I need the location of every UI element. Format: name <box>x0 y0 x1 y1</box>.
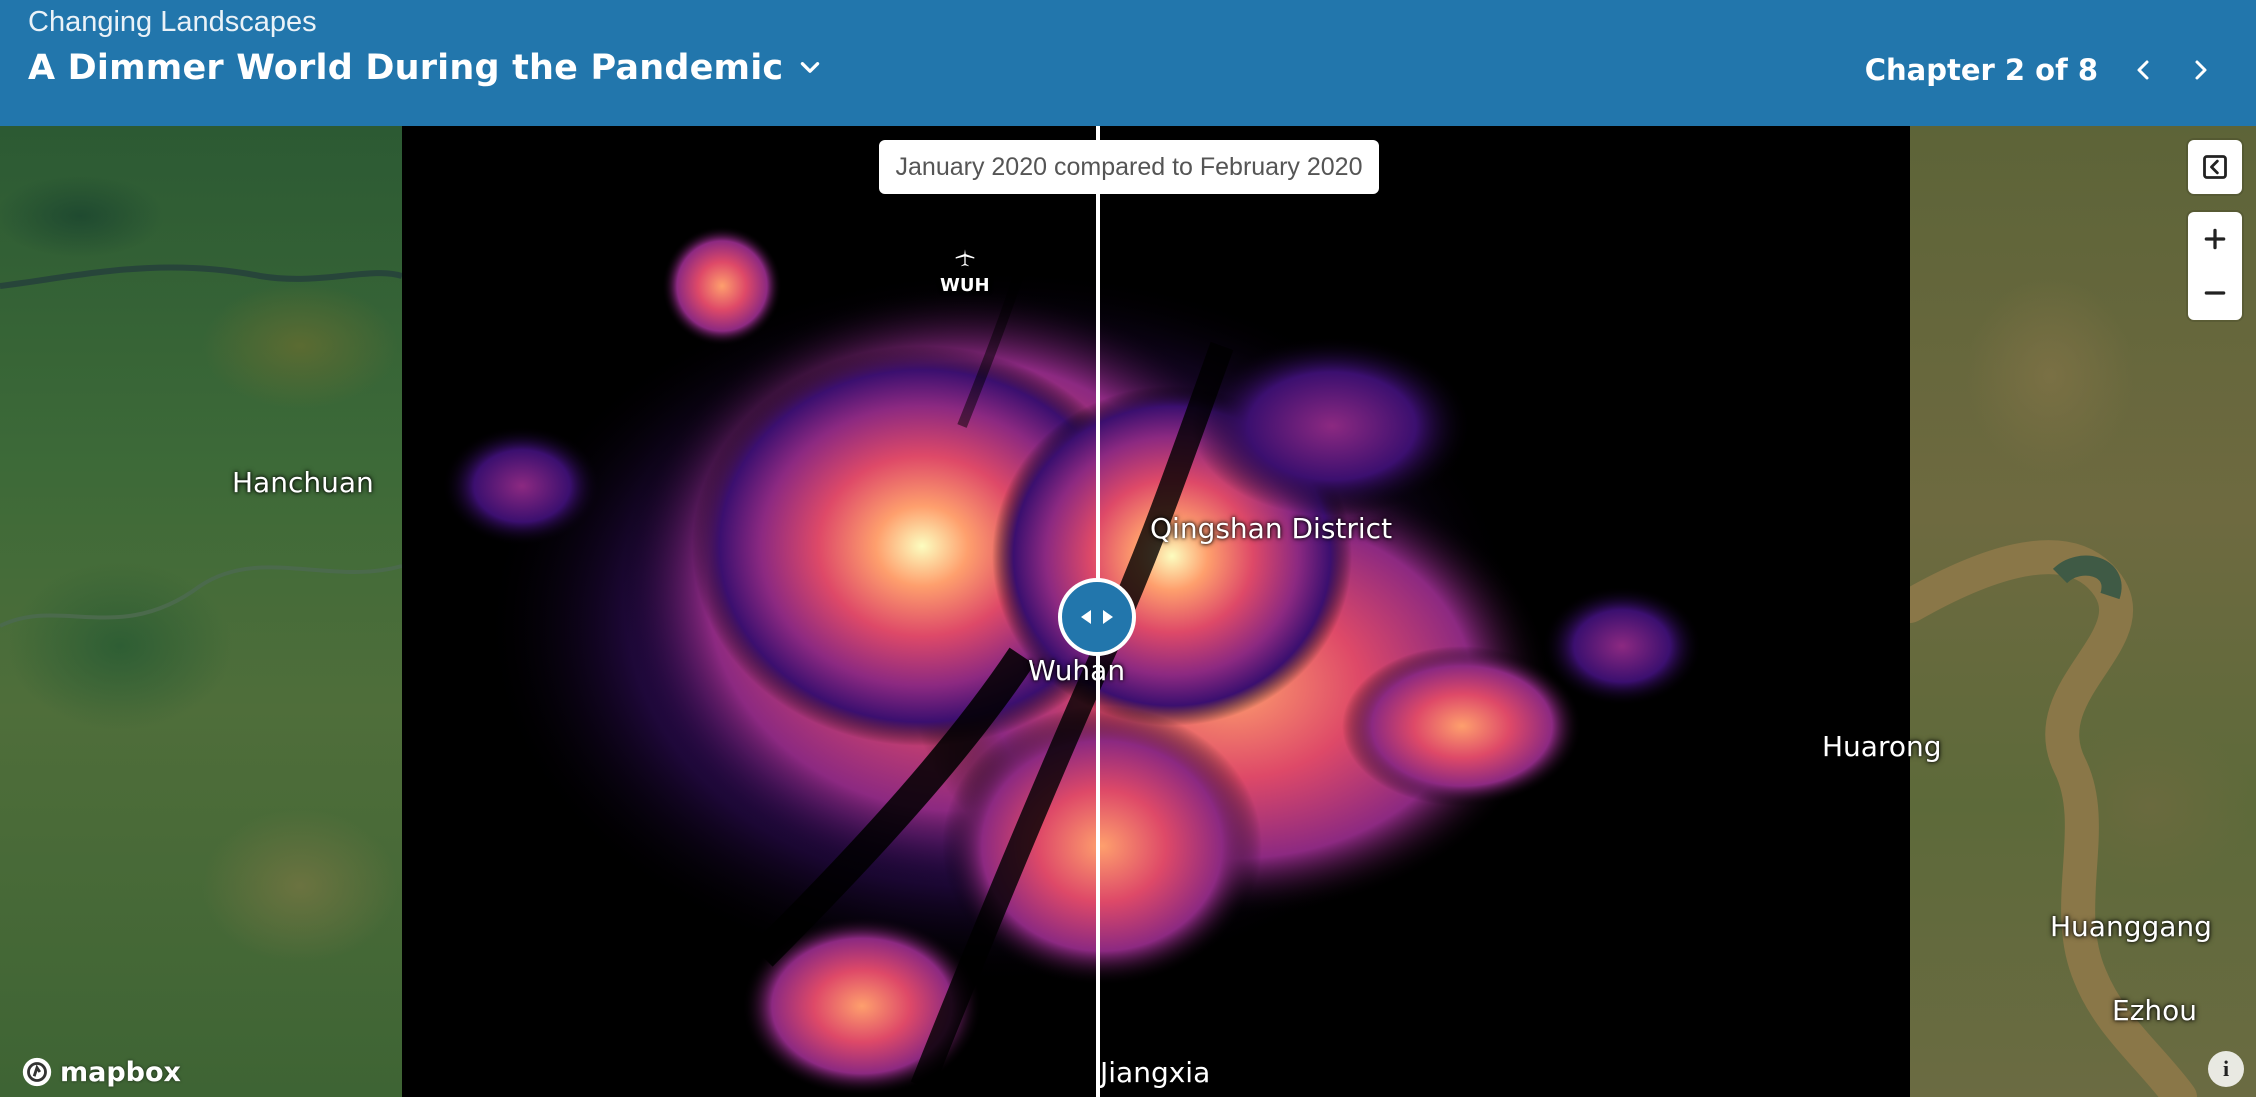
airport-marker: WUH <box>940 244 990 296</box>
attribution-info-button[interactable]: i <box>2208 1051 2244 1087</box>
map-canvas[interactable]: January 2020 compared to February 2020 W… <box>0 126 2256 1097</box>
night-lights-heatmap <box>442 185 1702 1096</box>
chevron-left-icon <box>2137 60 2149 80</box>
chevron-right-icon <box>2195 60 2207 80</box>
place-label-hanchuan: Hanchuan <box>232 466 374 499</box>
next-chapter-button[interactable] <box>2172 48 2228 92</box>
story-eyebrow: Changing Landscapes <box>28 6 317 38</box>
mapbox-logo[interactable]: mapbox <box>20 1055 181 1089</box>
mapbox-logo-text: mapbox <box>60 1056 181 1088</box>
place-label-huanggang: Huanggang <box>2050 910 2212 943</box>
plus-icon <box>2204 228 2226 250</box>
previous-chapter-button[interactable] <box>2116 48 2172 92</box>
chapter-title: A Dimmer World During the Pandemic <box>28 48 784 88</box>
place-label-huarong: Huarong <box>1822 730 1942 763</box>
zoom-in-button[interactable] <box>2188 212 2242 266</box>
airport-code-label: WUH <box>940 275 990 296</box>
collapse-icon <box>2203 155 2227 179</box>
place-label-qingshan: Qingshan District <box>1150 512 1393 545</box>
zoom-control <box>2188 212 2242 320</box>
chapter-indicator: Chapter 2 of 8 <box>1864 53 2098 87</box>
night-lights-layer <box>402 126 1910 1097</box>
collapse-panel-control <box>2188 140 2242 194</box>
minus-icon <box>2204 291 2226 295</box>
collapse-panel-button[interactable] <box>2188 140 2242 194</box>
info-icon: i <box>2222 1056 2230 1081</box>
mapbox-logo-icon <box>22 1057 52 1087</box>
story-header: Changing Landscapes A Dimmer World Durin… <box>0 0 2256 126</box>
compare-date-label: January 2020 compared to February 2020 <box>879 140 1379 194</box>
place-label-ezhou: Ezhou <box>2112 994 2198 1027</box>
slider-arrows-icon <box>1081 610 1113 624</box>
compare-slider-handle[interactable] <box>1058 578 1136 656</box>
chapter-title-dropdown[interactable]: A Dimmer World During the Pandemic <box>28 48 823 88</box>
chevron-down-icon <box>801 62 820 73</box>
place-label-wuhan: Wuhan <box>1028 654 1126 687</box>
chapter-nav: Chapter 2 of 8 <box>1865 48 2228 92</box>
airplane-icon <box>954 246 975 268</box>
zoom-out-button[interactable] <box>2188 266 2242 320</box>
place-label-jiangxia: Jiangxia <box>1100 1056 1211 1089</box>
